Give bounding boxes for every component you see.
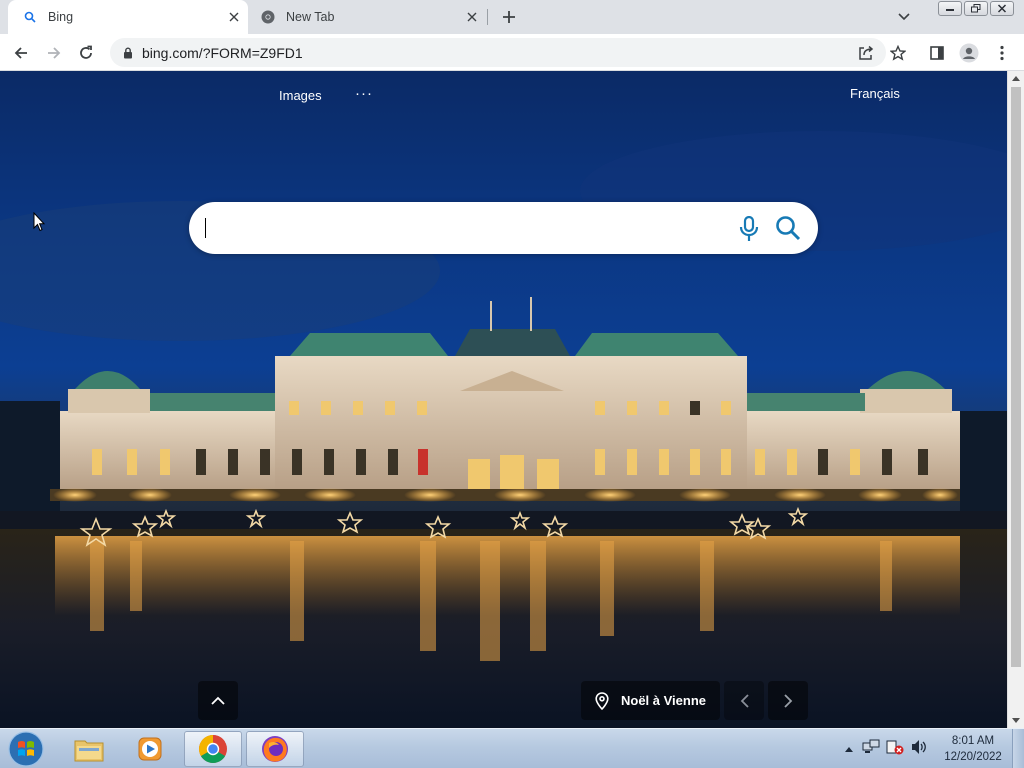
chrome-icon (199, 735, 227, 763)
new-tab-button[interactable] (498, 6, 520, 28)
firefox-icon (262, 736, 288, 762)
chevron-up-icon (211, 696, 225, 705)
tab-bing[interactable]: Bing (8, 0, 248, 34)
menu-kebab-icon[interactable] (989, 40, 1015, 66)
side-panel-icon[interactable] (924, 40, 950, 66)
search-icon[interactable] (775, 215, 801, 241)
profile-avatar-icon[interactable] (956, 40, 982, 66)
scroll-down-arrow-icon[interactable] (1012, 718, 1020, 723)
windows-taskbar: 8:01 AM 12/20/2022 (0, 728, 1024, 768)
page-scrollbar[interactable] (1007, 71, 1024, 728)
nav-images-link[interactable]: Images (279, 88, 322, 103)
reload-icon[interactable] (73, 40, 99, 66)
bing-homepage: Images ··· Français Noël à Vienne (0, 71, 1007, 728)
mouse-cursor-icon (33, 212, 45, 232)
address-bar[interactable]: bing.com/?FORM=Z9FD1 (110, 38, 886, 67)
taskbar-chrome[interactable] (184, 731, 242, 767)
image-caption-button[interactable]: Noël à Vienne (581, 681, 720, 720)
image-caption-text: Noël à Vienne (621, 693, 707, 708)
location-pin-icon (595, 691, 609, 710)
tab-strip: Bing New Tab (0, 0, 1024, 34)
forward-arrow-icon[interactable] (41, 40, 67, 66)
microphone-icon[interactable] (737, 216, 761, 242)
network-icon[interactable] (862, 739, 880, 760)
scroll-up-arrow-icon[interactable] (1012, 76, 1020, 81)
windows-logo-icon (8, 731, 44, 767)
show-desktop-button[interactable] (1012, 729, 1024, 768)
volume-icon[interactable] (910, 739, 928, 760)
search-box[interactable] (189, 202, 818, 254)
chevron-left-icon (740, 693, 749, 708)
tab-title: Bing (48, 10, 74, 24)
back-arrow-icon[interactable] (8, 40, 34, 66)
chevron-right-icon (783, 693, 792, 708)
taskbar-clock[interactable]: 8:01 AM 12/20/2022 (940, 733, 1006, 765)
folder-icon (74, 740, 104, 762)
lock-icon[interactable] (120, 45, 136, 61)
background-image (0, 131, 1007, 728)
previous-image-button[interactable] (724, 681, 764, 720)
minimize-button[interactable] (938, 1, 962, 16)
close-tab-icon[interactable] (224, 7, 244, 27)
clock-date: 12/20/2022 (944, 751, 1002, 763)
window-controls (938, 1, 1014, 16)
bookmark-star-icon[interactable] (885, 40, 911, 66)
language-link[interactable]: Français (850, 86, 900, 101)
system-tray (842, 729, 928, 768)
restore-button[interactable] (964, 1, 988, 16)
scrollbar-thumb[interactable] (1011, 87, 1021, 667)
next-image-button[interactable] (768, 681, 808, 720)
tab-divider (487, 9, 488, 25)
text-caret (205, 218, 206, 238)
url-text: bing.com/?FORM=Z9FD1 (142, 44, 303, 61)
close-window-button[interactable] (990, 1, 1014, 16)
tab-search-chevron-icon[interactable] (894, 7, 914, 27)
taskbar-firefox[interactable] (246, 731, 304, 767)
action-center-alert-icon[interactable] (886, 739, 904, 760)
clock-time: 8:01 AM (951, 735, 995, 747)
chrome-icon (260, 9, 276, 25)
show-hidden-icons-icon[interactable] (842, 746, 856, 752)
taskbar-explorer[interactable] (60, 731, 118, 767)
browser-toolbar: bing.com/?FORM=Z9FD1 (0, 34, 1024, 71)
close-tab-icon[interactable] (462, 7, 482, 27)
taskbar-media-player[interactable] (121, 731, 179, 767)
nav-more-menu[interactable]: ··· (355, 85, 373, 102)
start-button[interactable] (6, 731, 46, 767)
scroll-up-button[interactable] (198, 681, 238, 720)
search-input[interactable] (209, 212, 709, 244)
tab-title: New Tab (286, 10, 335, 24)
search-icon (22, 9, 38, 25)
tab-new-tab[interactable]: New Tab (250, 0, 486, 34)
share-icon[interactable] (853, 40, 879, 66)
media-player-icon (138, 737, 162, 761)
